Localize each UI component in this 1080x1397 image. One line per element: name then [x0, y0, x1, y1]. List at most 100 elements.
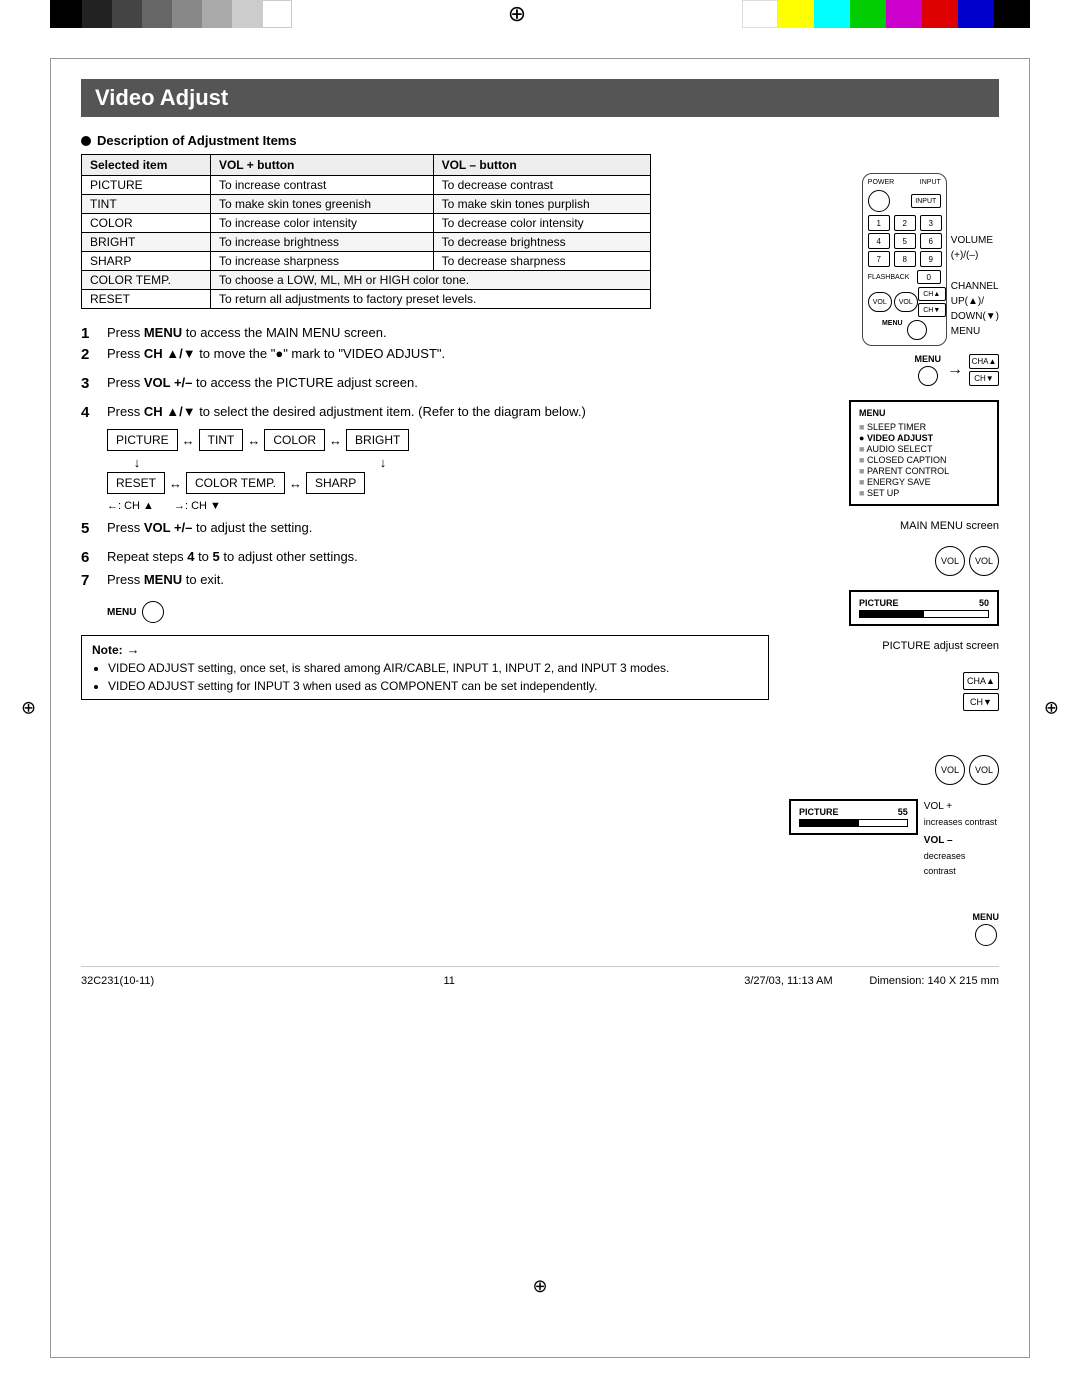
btn-6[interactable]: 6	[920, 233, 942, 249]
btn-8[interactable]: 8	[894, 251, 916, 267]
bar-red	[922, 0, 958, 28]
bar-blue	[958, 0, 994, 28]
vol-plus-btn[interactable]: VOL	[894, 292, 918, 312]
desc-heading-text: Description of Adjustment Items	[97, 133, 297, 148]
picture-adjust-label: PICTURE adjust screen	[882, 640, 999, 652]
tint-vol-minus: To make skin tones purplish	[433, 195, 650, 214]
step5-text: Press VOL +/– to adjust the setting.	[107, 520, 312, 535]
diag-bright: BRIGHT	[346, 429, 409, 451]
col-selected: Selected item	[82, 155, 211, 176]
bar-magenta	[886, 0, 922, 28]
bar-white	[262, 0, 292, 28]
diag-sharp: SHARP	[306, 472, 365, 494]
diag-arrow4: ↔	[169, 476, 182, 491]
btn-2[interactable]: 2	[894, 215, 916, 231]
menu-label-step7: MENU	[107, 607, 136, 618]
bar-black	[50, 0, 82, 28]
menu-circle-step7-right[interactable]	[975, 924, 997, 946]
top-bar-left	[50, 0, 292, 28]
vol-minus-btn[interactable]: VOL	[868, 292, 892, 312]
footer: 32C231(10-11) 11 3/27/03, 11:13 AM Dimen…	[81, 966, 999, 987]
step7-number: 7	[81, 572, 99, 589]
color-vol-plus: To increase color intensity	[210, 214, 433, 233]
diag-picture: PICTURE	[107, 429, 178, 451]
btn-7[interactable]: 7	[868, 251, 890, 267]
reset-desc: To return all adjustments to factory pre…	[210, 290, 650, 309]
diag-colortemp: COLOR TEMP.	[186, 472, 285, 494]
diag-arrow2: ↔	[247, 433, 260, 448]
btn-4[interactable]: 4	[868, 233, 890, 249]
menu-circle-illus[interactable]	[918, 366, 938, 386]
menu-step7-illustration: MENU	[973, 912, 1000, 946]
step7-text: Press MENU to exit.	[107, 572, 224, 587]
diag-reset: RESET	[107, 472, 165, 494]
btn-1[interactable]: 1	[868, 215, 890, 231]
arrow-right1: →	[947, 361, 963, 379]
item-sharp: SHARP	[82, 252, 211, 271]
vol5-left[interactable]: VOL	[935, 755, 965, 785]
step6: 6 Repeat steps 4 to 5 to adjust other se…	[81, 549, 769, 566]
btn-9[interactable]: 9	[920, 251, 942, 267]
vol-annotations: VOL + increases contrast VOL – decreases…	[924, 799, 999, 878]
ch-btns-step4: CHA▲ CH▼	[963, 672, 999, 711]
vol-plus-desc: increases contrast	[924, 815, 999, 829]
table-row: TINT To make skin tones greenish To make…	[82, 195, 651, 214]
power-btn[interactable]	[868, 190, 890, 212]
item-tint: TINT	[82, 195, 211, 214]
chv-step4[interactable]: CH▼	[963, 693, 999, 711]
vol-right-btn[interactable]: VOL	[969, 546, 999, 576]
bar-yellow	[778, 0, 814, 28]
cha-step4[interactable]: CHA▲	[963, 672, 999, 690]
adj-table: Selected item VOL + button VOL – button …	[81, 154, 651, 309]
cha-illus[interactable]: CHA▲	[969, 354, 999, 369]
step7: 7 Press MENU to exit.	[81, 572, 769, 589]
picture-screen2-area: PICTURE 55 VOL + increases contrast VOL …	[789, 799, 999, 878]
table-row: SHARP To increase sharpness To decrease …	[82, 252, 651, 271]
menu-circle-step7[interactable]	[142, 601, 164, 623]
diag-arrow3: ↔	[329, 433, 342, 448]
bright-vol-plus: To increase brightness	[210, 233, 433, 252]
flashback-label: FLASHBACK	[868, 274, 910, 281]
step1-number: 1	[81, 325, 99, 342]
btn-0[interactable]: 0	[917, 270, 941, 284]
colortemp-desc: To choose a LOW, ML, MH or HIGH color to…	[210, 271, 650, 290]
tint-vol-plus: To make skin tones greenish	[210, 195, 433, 214]
btn-3[interactable]: 3	[920, 215, 942, 231]
chv-btn[interactable]: CH▼	[918, 303, 946, 317]
remote-area: POWER INPUT INPUT 1 2 3 4	[862, 173, 999, 346]
footer-left: 32C231(10-11)	[81, 975, 154, 987]
bar-green	[850, 0, 886, 28]
table-row: PICTURE To increase contrast To decrease…	[82, 176, 651, 195]
bar-cyan	[814, 0, 850, 28]
step2: 2 Press CH ▲/▼ to move the "●" mark to "…	[81, 346, 769, 363]
crosshair-right: ⊕	[1044, 698, 1059, 719]
chv-illus[interactable]: CH▼	[969, 371, 999, 386]
remote-right-labels: VOLUME(+)/(–) CHANNELUP(▲)/DOWN(▼)MENU	[951, 173, 999, 339]
cha-btn[interactable]: CH▲	[918, 287, 946, 301]
vol5-right[interactable]: VOL	[969, 755, 999, 785]
footer-right: 3/27/03, 11:13 AM Dimension: 140 X 215 m…	[744, 975, 999, 987]
top-color-bar: ⊕	[0, 0, 1080, 28]
remote-control: POWER INPUT INPUT 1 2 3 4	[862, 173, 947, 346]
bar-gray1	[82, 0, 112, 28]
input-btn[interactable]: INPUT	[911, 194, 941, 208]
vol-left-btn[interactable]: VOL	[935, 546, 965, 576]
input-label-remote: INPUT	[920, 179, 941, 186]
step3-text: Press VOL +/– to access the PICTURE adju…	[107, 375, 418, 390]
col-vol-minus: VOL – button	[433, 155, 650, 176]
diag-arrow1: ↔	[182, 433, 195, 448]
menu-btn-remote[interactable]	[907, 320, 927, 340]
arrow-diagram: PICTURE ↔ TINT ↔ COLOR ↔ BRIGHT ↓	[107, 429, 769, 512]
table-row: COLOR To increase color intensity To dec…	[82, 214, 651, 233]
step4: 4 Press CH ▲/▼ to select the desired adj…	[81, 404, 769, 512]
right-column: POWER INPUT INPUT 1 2 3 4	[789, 133, 999, 946]
bar-gray4	[172, 0, 202, 28]
step3: 3 Press VOL +/– to access the PICTURE ad…	[81, 375, 769, 392]
note-bullet1: VIDEO ADJUST setting, once set, is share…	[108, 661, 758, 675]
btn-5[interactable]: 5	[894, 233, 916, 249]
step6-text: Repeat steps 4 to 5 to adjust other sett…	[107, 549, 358, 564]
vol-plus-label: VOL +	[924, 799, 999, 815]
step1-text: Press MENU to access the MAIN MENU scree…	[107, 325, 387, 340]
picture-adjust-screen: PICTURE 50	[849, 590, 999, 626]
step2-text: Press CH ▲/▼ to move the "●" mark to "VI…	[107, 346, 445, 361]
